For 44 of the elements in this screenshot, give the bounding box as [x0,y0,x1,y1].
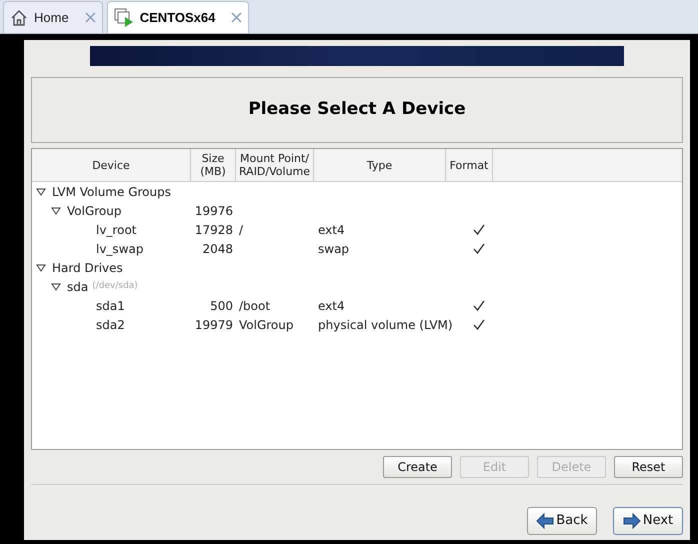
tab-label: CENTOSx64 [140,8,216,27]
mount-text: /boot [239,298,270,312]
action-button[interactable]: Reset [614,456,683,478]
device-name: Hard Drives [52,260,123,276]
tab-label: Home [34,8,69,27]
type-text: physical volume (LVM) [318,318,453,332]
column-header[interactable]: Device [32,149,191,181]
type-text: ext4 [318,298,345,312]
size-text: 19979 [194,318,233,332]
close-icon[interactable] [231,12,242,23]
device-name: sda1 [96,298,125,314]
device-name: lv_root [96,222,136,238]
nav-button[interactable]: Next [613,507,683,535]
nav-button[interactable]: Back [527,507,597,535]
expander-icon[interactable] [51,206,61,216]
device-name: sda2 [96,316,125,334]
home-icon [10,8,28,26]
column-header[interactable]: Size (MB) [191,149,236,181]
column-header[interactable]: Format [446,149,493,181]
column-header[interactable]: Type [314,149,446,181]
tab[interactable]: CENTOSx64 [106,1,250,33]
device-name: VolGroup [67,202,122,220]
mount-text: / [239,222,244,236]
device-path: (/dev/sda) [92,280,138,293]
right-arrow-icon [622,513,641,529]
vm-icon [114,8,134,28]
expander-icon[interactable] [51,282,61,292]
expander-icon[interactable] [36,262,46,272]
expander-icon[interactable] [36,186,46,196]
mount-text: VolGroup [239,318,294,332]
type-text: swap [318,242,350,256]
type-text: ext4 [318,222,345,236]
device-name: LVM Volume Groups [52,184,171,200]
device-name: sda [67,278,88,296]
action-button[interactable]: Create [383,456,452,478]
column-header[interactable]: Mount Point/ RAID/Volume [236,149,314,181]
size-text: 2048 [202,242,233,256]
size-text: 500 [210,298,233,312]
size-text: 19976 [194,204,233,218]
size-text: 17928 [194,222,233,236]
left-arrow-icon [536,513,554,529]
device-name: lv_swap [96,240,144,258]
page-title: Please Select A Device [248,98,466,122]
tab[interactable]: Home [3,1,103,33]
